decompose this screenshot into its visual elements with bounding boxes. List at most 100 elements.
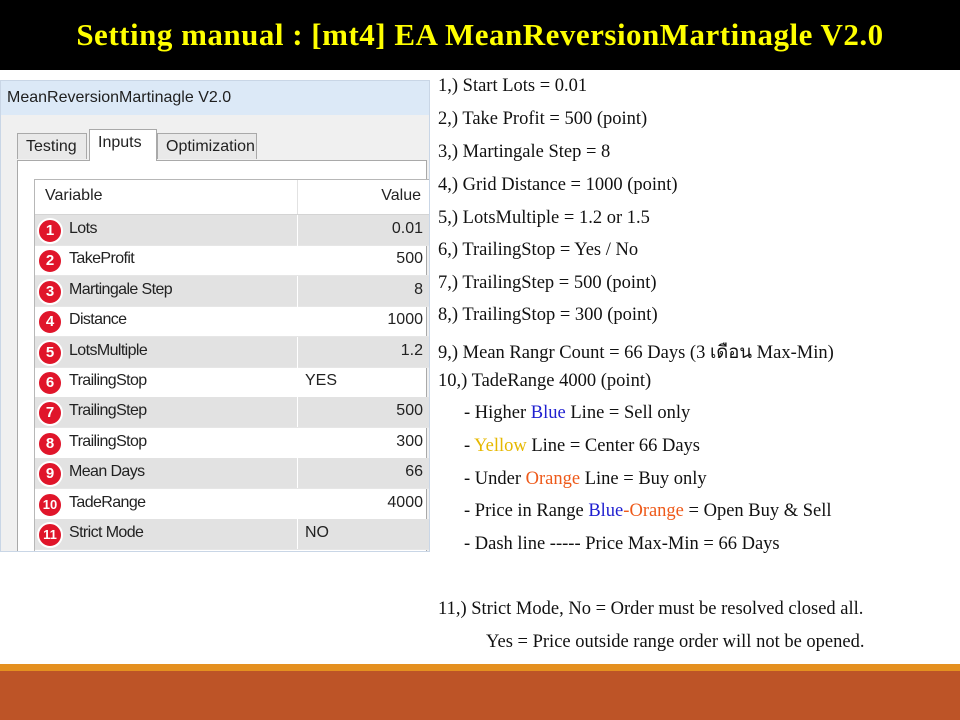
variable-value[interactable]: 4000 [387,494,423,512]
variable-name: TrailingStop [69,432,147,450]
number-badge: 2 [37,248,63,275]
tab-testing[interactable]: Testing [17,133,87,159]
number-badge: 4 [37,309,63,336]
note-take-profit: 2,) Take Profit = 500 (point) [438,109,648,129]
note-under-orange-line: - Under Orange Line = Buy only [464,469,707,490]
note-martingale-step: 3,) Martingale Step = 8 [438,142,611,162]
note-orange-word: Orange [525,469,581,489]
variable-name: TrailingStep [69,402,147,420]
variable-value[interactable]: NO [305,524,329,542]
column-separator [297,215,298,245]
table-row[interactable]: 10 TadeRange 4000 [35,488,429,520]
variable-value[interactable]: 500 [396,250,423,268]
variable-value[interactable]: 500 [396,402,423,420]
table-row[interactable]: 3 Martingale Step 8 [35,275,429,307]
note-start-lots: 1,) Start Lots = 0.01 [438,76,588,96]
number-badge: 6 [37,370,63,396]
column-separator [297,458,298,489]
column-separator [297,488,298,519]
note-strict-mode: 11,) Strict Mode, No = Order must be res… [438,599,864,619]
table-row[interactable]: 8 TrailingStop 300 [35,427,429,459]
variable-name: TrailingStop [69,372,147,389]
note-mean-range-count: 9,) Mean Rangr Count = 66 Days (3 เดือน … [438,343,834,363]
variable-value[interactable]: 300 [396,433,423,451]
number-badge: 7 [37,400,63,427]
variable-name: Distance [69,311,127,329]
variable-value[interactable]: 66 [405,463,423,481]
table-row[interactable]: 2 TakeProfit 500 [35,245,429,277]
note-trailing-stop-toggle: 6,) TrailingStop = Yes / No [438,240,639,260]
page-title: Setting manual : [mt4] EA MeanReversionM… [0,0,960,70]
number-badge: 11 [37,522,63,548]
variable-name: Strict Mode [69,524,144,541]
column-header-variable[interactable]: Variable [45,187,103,205]
variable-name: Martingale Step [69,280,173,298]
column-separator [297,397,298,428]
inputs-grid: Variable Value 1 Lots 0.01 2 TakeProfit 500 3 M… [34,179,429,551]
table-row[interactable]: 5 LotsMultiple 1.2 [35,336,429,368]
note-blue-word: Blue [530,403,566,423]
number-badge: 9 [37,461,63,488]
note-text: - Price in Range [464,501,589,521]
column-separator [297,367,298,397]
variable-name: TakeProfit [69,250,135,268]
table-row[interactable]: 9 Mean Days 66 [35,458,429,490]
note-blue-word: Blue [588,501,624,521]
variable-name: Lots [69,220,97,237]
note-text: - [464,436,475,456]
variable-name: Mean Days [69,463,145,481]
variable-value[interactable]: YES [305,372,337,390]
table-row[interactable]: 1 Lots 0.01 [35,215,429,246]
number-badge: 10 [37,491,63,518]
ea-settings-dialog: MeanReversionMartinagle V2.0 Testing Inp… [0,80,430,552]
grid-header: Variable Value [35,180,429,215]
note-lots-multiple: 5,) LotsMultiple = 1.2 or 1.5 [438,208,650,228]
number-badge: 3 [37,278,63,305]
variable-value[interactable]: 1000 [387,311,423,329]
number-badge: 8 [37,430,63,457]
note-yellow-line: - Yellow Line = Center 66 Days [464,436,700,457]
variable-name: TadeRange [69,493,146,511]
table-row[interactable]: 6 TrailingStop YES [35,367,429,398]
note-trailing-stop: 8,) TrailingStop = 300 (point) [438,305,658,325]
note-text: = Open Buy & Sell [683,501,832,521]
column-separator [297,245,298,276]
variable-name: LotsMultiple [69,341,148,359]
note-grid-distance: 4,) Grid Distance = 1000 (point) [438,175,678,195]
note-trailing-step: 7,) TrailingStep = 500 (point) [438,273,657,293]
footer-bar [0,671,960,720]
footer-accent-bar [0,664,960,671]
table-row[interactable]: 4 Distance 1000 [35,306,429,338]
dialog-body: Testing Inputs Optimization Variable Val… [1,115,429,551]
number-badge: 1 [37,218,63,244]
tab-inputs[interactable]: Inputs [89,129,157,161]
variable-value[interactable]: 8 [414,281,423,299]
column-separator [297,180,298,214]
note-trade-range: 10,) TadeRange 4000 (point) [438,371,652,391]
note-strict-mode-yes: Yes = Price outside range order will not… [486,632,865,652]
column-header-value[interactable]: Value [381,187,421,205]
number-badge: 5 [37,339,63,366]
note-text: Line = Buy only [580,469,707,489]
note-higher-blue-line: - Higher Blue Line = Sell only [464,403,690,424]
variable-value[interactable]: 0.01 [392,220,423,238]
tab-optimization[interactable]: Optimization [157,133,257,159]
table-row[interactable]: 11 Strict Mode NO [35,519,429,550]
inputs-panel: Variable Value 1 Lots 0.01 2 TakeProfit 500 3 M… [17,160,429,551]
note-text: Line = Center 66 Days [526,436,701,456]
note-price-in-range: - Price in Range Blue-Orange = Open Buy … [464,501,832,522]
column-separator [297,336,298,367]
note-text: - Under [464,469,526,489]
column-separator [297,306,298,337]
note-text: - Higher [464,403,531,423]
column-separator [297,519,298,549]
note-dash-line: - Dash line ----- Price Max-Min = 66 Day… [464,534,780,554]
variable-value[interactable]: 1.2 [401,342,423,360]
column-separator [297,427,298,458]
note-orange-word: Orange [629,501,684,521]
column-separator [297,275,298,306]
note-yellow-word: Yellow [474,436,527,456]
dialog-title: MeanReversionMartinagle V2.0 [1,81,429,115]
table-row[interactable]: 7 TrailingStep 500 [35,397,429,429]
note-text: Line = Sell only [565,403,691,423]
